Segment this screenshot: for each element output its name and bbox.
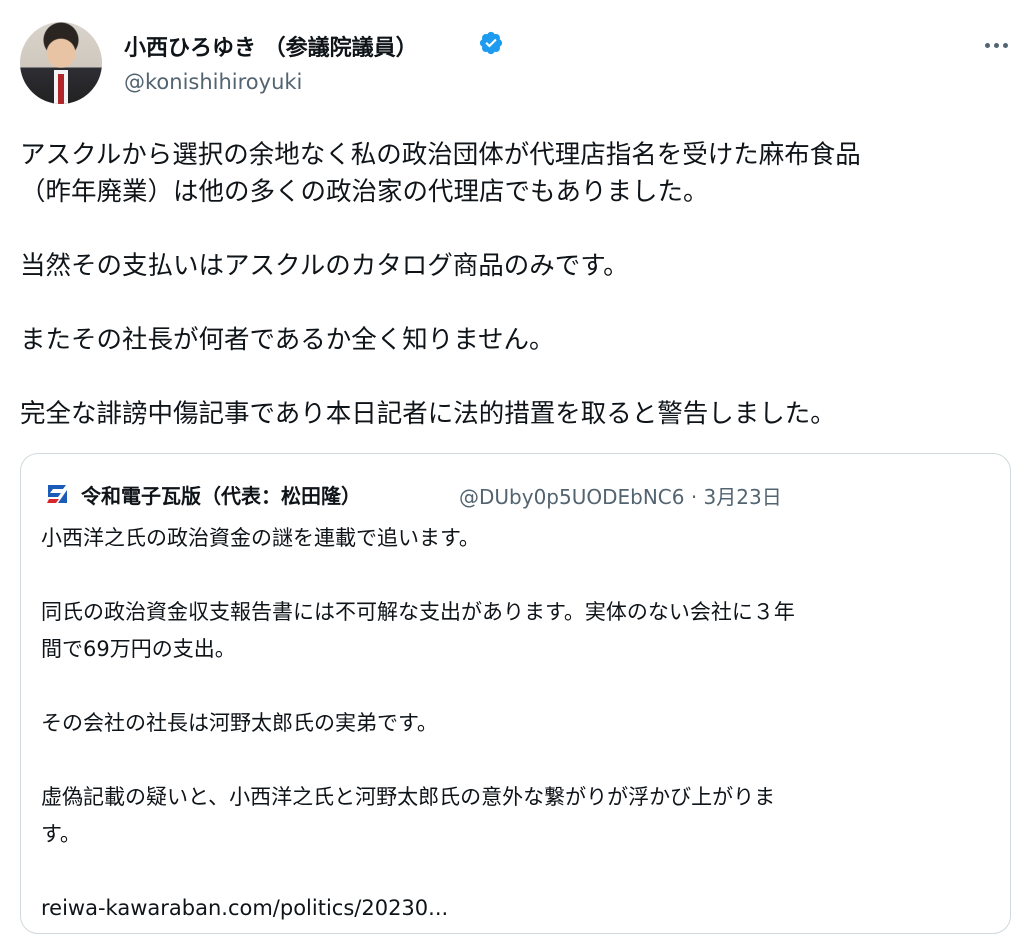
- quoted-line: 虚偽記載の疑いと、小西洋之氏と河野太郎氏の意外な繋がりが浮かび上がりま: [41, 785, 776, 809]
- quoted-line: す。: [41, 822, 81, 846]
- verified-badge-icon: [479, 31, 503, 55]
- tweet-line: アスクルから選択の余地なく私の政治団体が代理店指名を受けた麻布食品: [20, 140, 861, 170]
- quoted-line: その会社の社長は河野太郎氏の実弟です。: [41, 711, 438, 735]
- tweet-text: アスクルから選択の余地なく私の政治団体が代理店指名を受けた麻布食品 （昨年廃業）…: [20, 137, 1020, 433]
- quoted-tweet-text: 小西洋之氏の政治資金の謎を連載で追います。 同氏の政治資金収支報告書には不可解な…: [41, 520, 991, 927]
- tweet-line: 完全な誹謗中傷記事であり本日記者に法的措置を取ると警告しました。: [20, 399, 836, 429]
- tweet-line: またその社長が何者であるか全く知りません。: [20, 325, 555, 355]
- quoted-tweet-card[interactable]: 令和電子瓦版（代表：松田隆） @DUby0p5UODEbNC6 · 3月23日 …: [20, 453, 1011, 934]
- tweet-header: 小西ひろゆき （参議院議員） @konishihiroyuki: [0, 0, 1035, 120]
- tweet-line: 当然その支払いはアスクルのカタログ商品のみです。: [20, 251, 629, 281]
- tweet-line: （昨年廃業）は他の多くの政治家の代理店でもありました。: [20, 177, 709, 207]
- quoted-line: 小西洋之氏の政治資金の謎を連載で追います。: [41, 526, 480, 550]
- avatar[interactable]: [20, 22, 102, 104]
- quoted-line: 同氏の政治資金収支報告書には不可解な支出があります。実体のない会社に３年: [41, 600, 795, 624]
- quoted-author-name[interactable]: 令和電子瓦版（代表：松田隆）: [81, 480, 361, 509]
- author-display-name[interactable]: 小西ひろゆき （参議院議員）: [124, 30, 418, 62]
- quoted-link[interactable]: reiwa-kawaraban.com/politics/20230...: [41, 890, 991, 927]
- avatar-tie: [58, 74, 64, 104]
- reiwa-kawaraban-logo-icon: [47, 485, 67, 503]
- quoted-author-meta[interactable]: @DUby0p5UODEbNC6 · 3月23日: [459, 481, 782, 510]
- more-options-icon[interactable]: [978, 30, 1014, 60]
- quoted-line: 間で69万円の支出。: [41, 637, 236, 661]
- author-handle[interactable]: @konishihiroyuki: [124, 70, 302, 94]
